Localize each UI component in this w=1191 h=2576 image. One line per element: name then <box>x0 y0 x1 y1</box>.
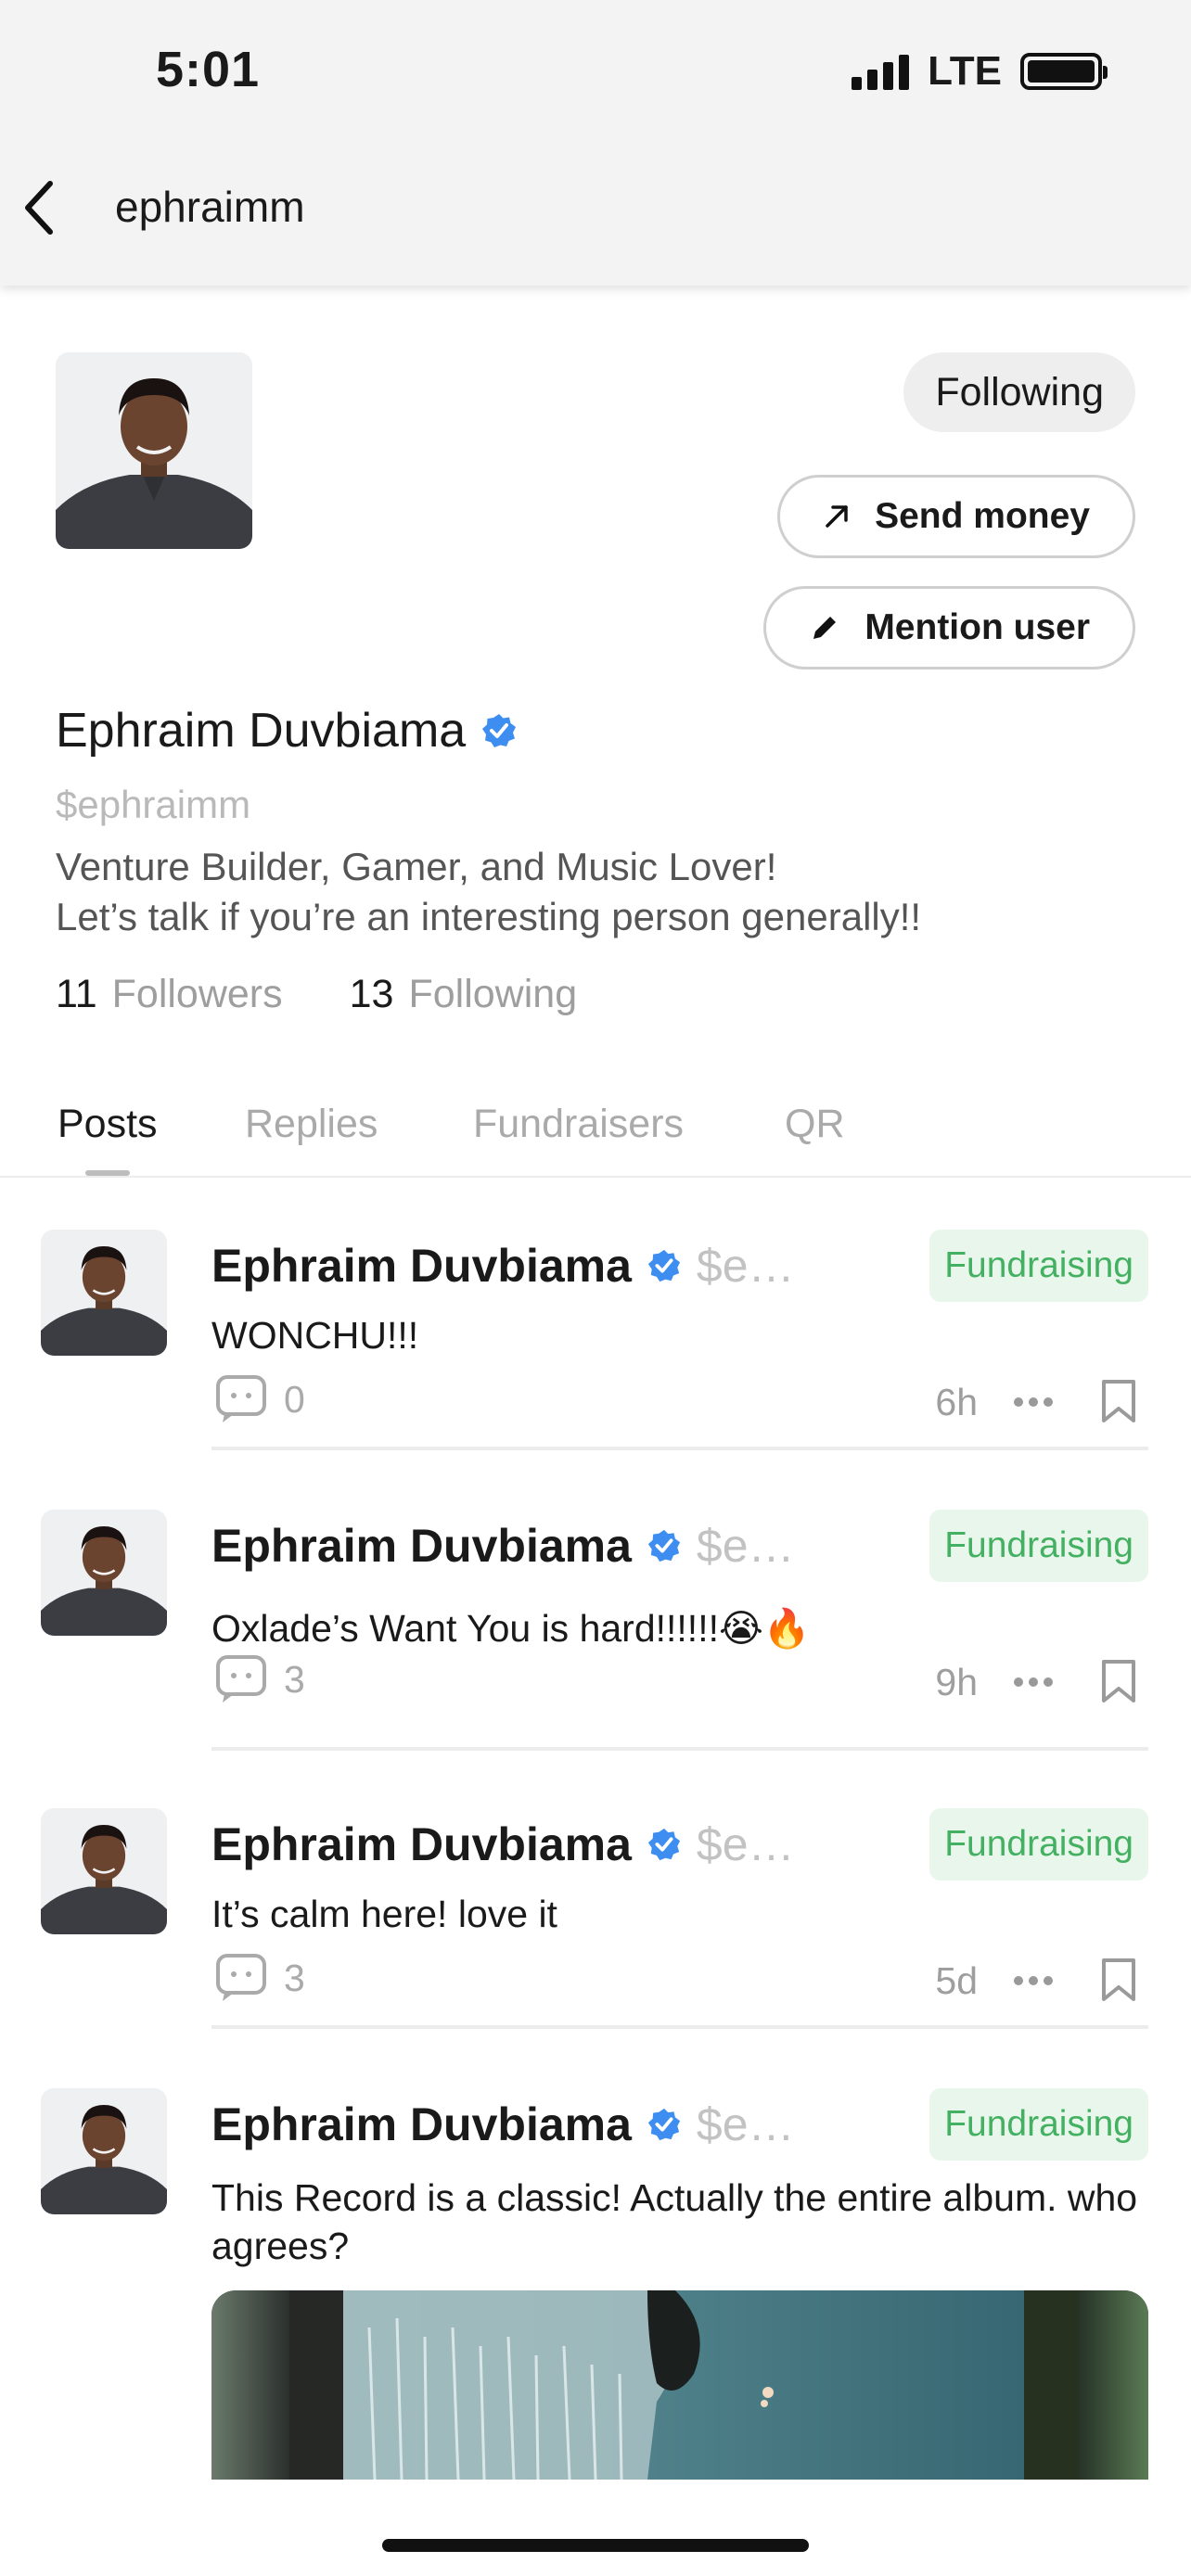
mention-user-button[interactable]: Mention user <box>763 586 1135 670</box>
post-avatar[interactable] <box>41 2088 167 2214</box>
bio-line: Venture Builder, Gamer, and Music Lover! <box>56 845 777 888</box>
post-author[interactable]: Ephraim Duvbiama $e… <box>211 2098 795 2151</box>
home-indicator[interactable] <box>382 2539 809 2552</box>
fundraising-badge[interactable]: Fundraising <box>929 1230 1148 1302</box>
comment-count: 0 <box>284 1377 305 1421</box>
verified-icon <box>647 1249 681 1282</box>
verified-icon <box>647 2108 681 2141</box>
following-stat[interactable]: 13 Following <box>350 972 577 1017</box>
back-chevron-icon[interactable] <box>20 178 65 237</box>
active-tab-indicator <box>85 1170 130 1176</box>
post-divider <box>211 1747 1148 1751</box>
post-text: This Record is a classic! Actually the e… <box>211 2176 1138 2267</box>
mention-user-label: Mention user <box>864 607 1090 647</box>
pencil-icon <box>813 617 837 639</box>
profile-stats: 11 Followers 13 Following <box>56 972 577 1017</box>
post-actions: 3 9h <box>211 1654 1148 1710</box>
following-button[interactable]: Following <box>903 352 1135 432</box>
status-indicators: LTE <box>852 48 1108 95</box>
post-age: 9h <box>935 1661 978 1703</box>
post-author-name: Ephraim Duvbiama <box>211 1818 632 1870</box>
more-icon[interactable] <box>1013 1654 1054 1710</box>
more-icon[interactable] <box>1013 1374 1054 1430</box>
post-text: It’s calm here! love it <box>211 1893 557 1935</box>
bookmark-icon[interactable] <box>1100 1378 1137 1429</box>
bookmark-icon[interactable] <box>1100 1658 1137 1709</box>
post-age: 6h <box>935 1381 978 1423</box>
post-author[interactable]: Ephraim Duvbiama $e… <box>211 1817 795 1871</box>
post-author-name: Ephraim Duvbiama <box>211 2098 632 2150</box>
profile-name-row: Ephraim Duvbiama <box>56 703 518 759</box>
post-item[interactable]: Ephraim Duvbiama $e… Fundraising It’s ca… <box>0 1808 1191 2040</box>
comment-count: 3 <box>284 1657 305 1701</box>
fundraising-badge[interactable]: Fundraising <box>929 1510 1148 1582</box>
post-divider <box>211 1447 1148 1450</box>
comment-icon <box>216 1954 266 2001</box>
post-author-handle: $e… <box>696 1818 795 1870</box>
post-avatar[interactable] <box>41 1808 167 1934</box>
post-actions: 0 6h <box>211 1374 1148 1430</box>
network-label: LTE <box>928 48 1002 94</box>
post-avatar[interactable] <box>41 1510 167 1636</box>
post-item[interactable]: Ephraim Duvbiama $e… Fundraising This Re… <box>0 2088 1191 2543</box>
verified-icon <box>482 714 517 747</box>
profile-tabs: Posts Replies Fundraisers QR <box>0 1102 1191 1178</box>
send-money-label: Send money <box>875 496 1090 536</box>
tab-fundraisers[interactable]: Fundraisers <box>473 1102 684 1147</box>
bio-line: Let’s talk if you’re an interesting pers… <box>56 895 922 938</box>
followers-stat[interactable]: 11 Followers <box>56 972 283 1017</box>
post-author-name: Ephraim Duvbiama <box>211 1520 632 1572</box>
bookmark-icon[interactable] <box>1100 1957 1137 2008</box>
verified-icon <box>647 1529 681 1562</box>
post-divider <box>211 2025 1148 2029</box>
post-author-handle: $e… <box>696 2098 795 2150</box>
profile-handle: $ephraimm <box>56 783 251 826</box>
comment-icon <box>216 1655 266 1702</box>
signal-icon <box>852 53 910 90</box>
top-bar: 5:01 LTE ephraimm <box>0 0 1191 286</box>
nav-title: ephraimm <box>115 183 305 231</box>
comment-count: 3 <box>284 1956 305 1999</box>
send-money-button[interactable]: Send money <box>777 475 1135 558</box>
post-age: 5d <box>935 1959 978 2002</box>
post-text: Oxlade’s Want You is hard!!!!!!😭🔥 <box>211 1607 811 1650</box>
profile-name: Ephraim Duvbiama <box>56 704 467 758</box>
profile-avatar[interactable] <box>56 352 252 549</box>
tab-posts[interactable]: Posts <box>58 1102 158 1147</box>
post-author-handle: $e… <box>696 1240 795 1292</box>
tab-replies[interactable]: Replies <box>245 1102 378 1147</box>
arrow-up-right-icon <box>826 505 848 528</box>
post-item[interactable]: Ephraim Duvbiama $e… Fundraising Oxlade’… <box>0 1510 1191 1751</box>
post-actions: 3 5d <box>211 1953 1148 2009</box>
post-author-name: Ephraim Duvbiama <box>211 1240 632 1292</box>
post-image[interactable] <box>211 2290 1148 2480</box>
fundraising-badge[interactable]: Fundraising <box>929 1808 1148 1881</box>
tab-qr[interactable]: QR <box>785 1102 845 1147</box>
post-item[interactable]: Ephraim Duvbiama $e… Fundraising WONCHU!… <box>0 1230 1191 1461</box>
comment-button[interactable]: 0 <box>215 1374 305 1424</box>
fundraising-badge[interactable]: Fundraising <box>929 2088 1148 2161</box>
post-avatar[interactable] <box>41 1230 167 1356</box>
verified-icon <box>647 1828 681 1861</box>
post-author[interactable]: Ephraim Duvbiama $e… <box>211 1239 795 1293</box>
profile-bio: Venture Builder, Gamer, and Music Lover!… <box>56 842 921 942</box>
post-author[interactable]: Ephraim Duvbiama $e… <box>211 1519 795 1573</box>
comment-button[interactable]: 3 <box>215 1953 305 2003</box>
post-author-handle: $e… <box>696 1520 795 1572</box>
comment-icon <box>216 1375 266 1422</box>
status-time: 5:01 <box>156 42 261 97</box>
more-icon[interactable] <box>1013 1953 1054 2009</box>
comment-button[interactable]: 3 <box>215 1654 305 1704</box>
battery-icon <box>1020 53 1108 90</box>
post-text: WONCHU!!! <box>211 1314 419 1357</box>
